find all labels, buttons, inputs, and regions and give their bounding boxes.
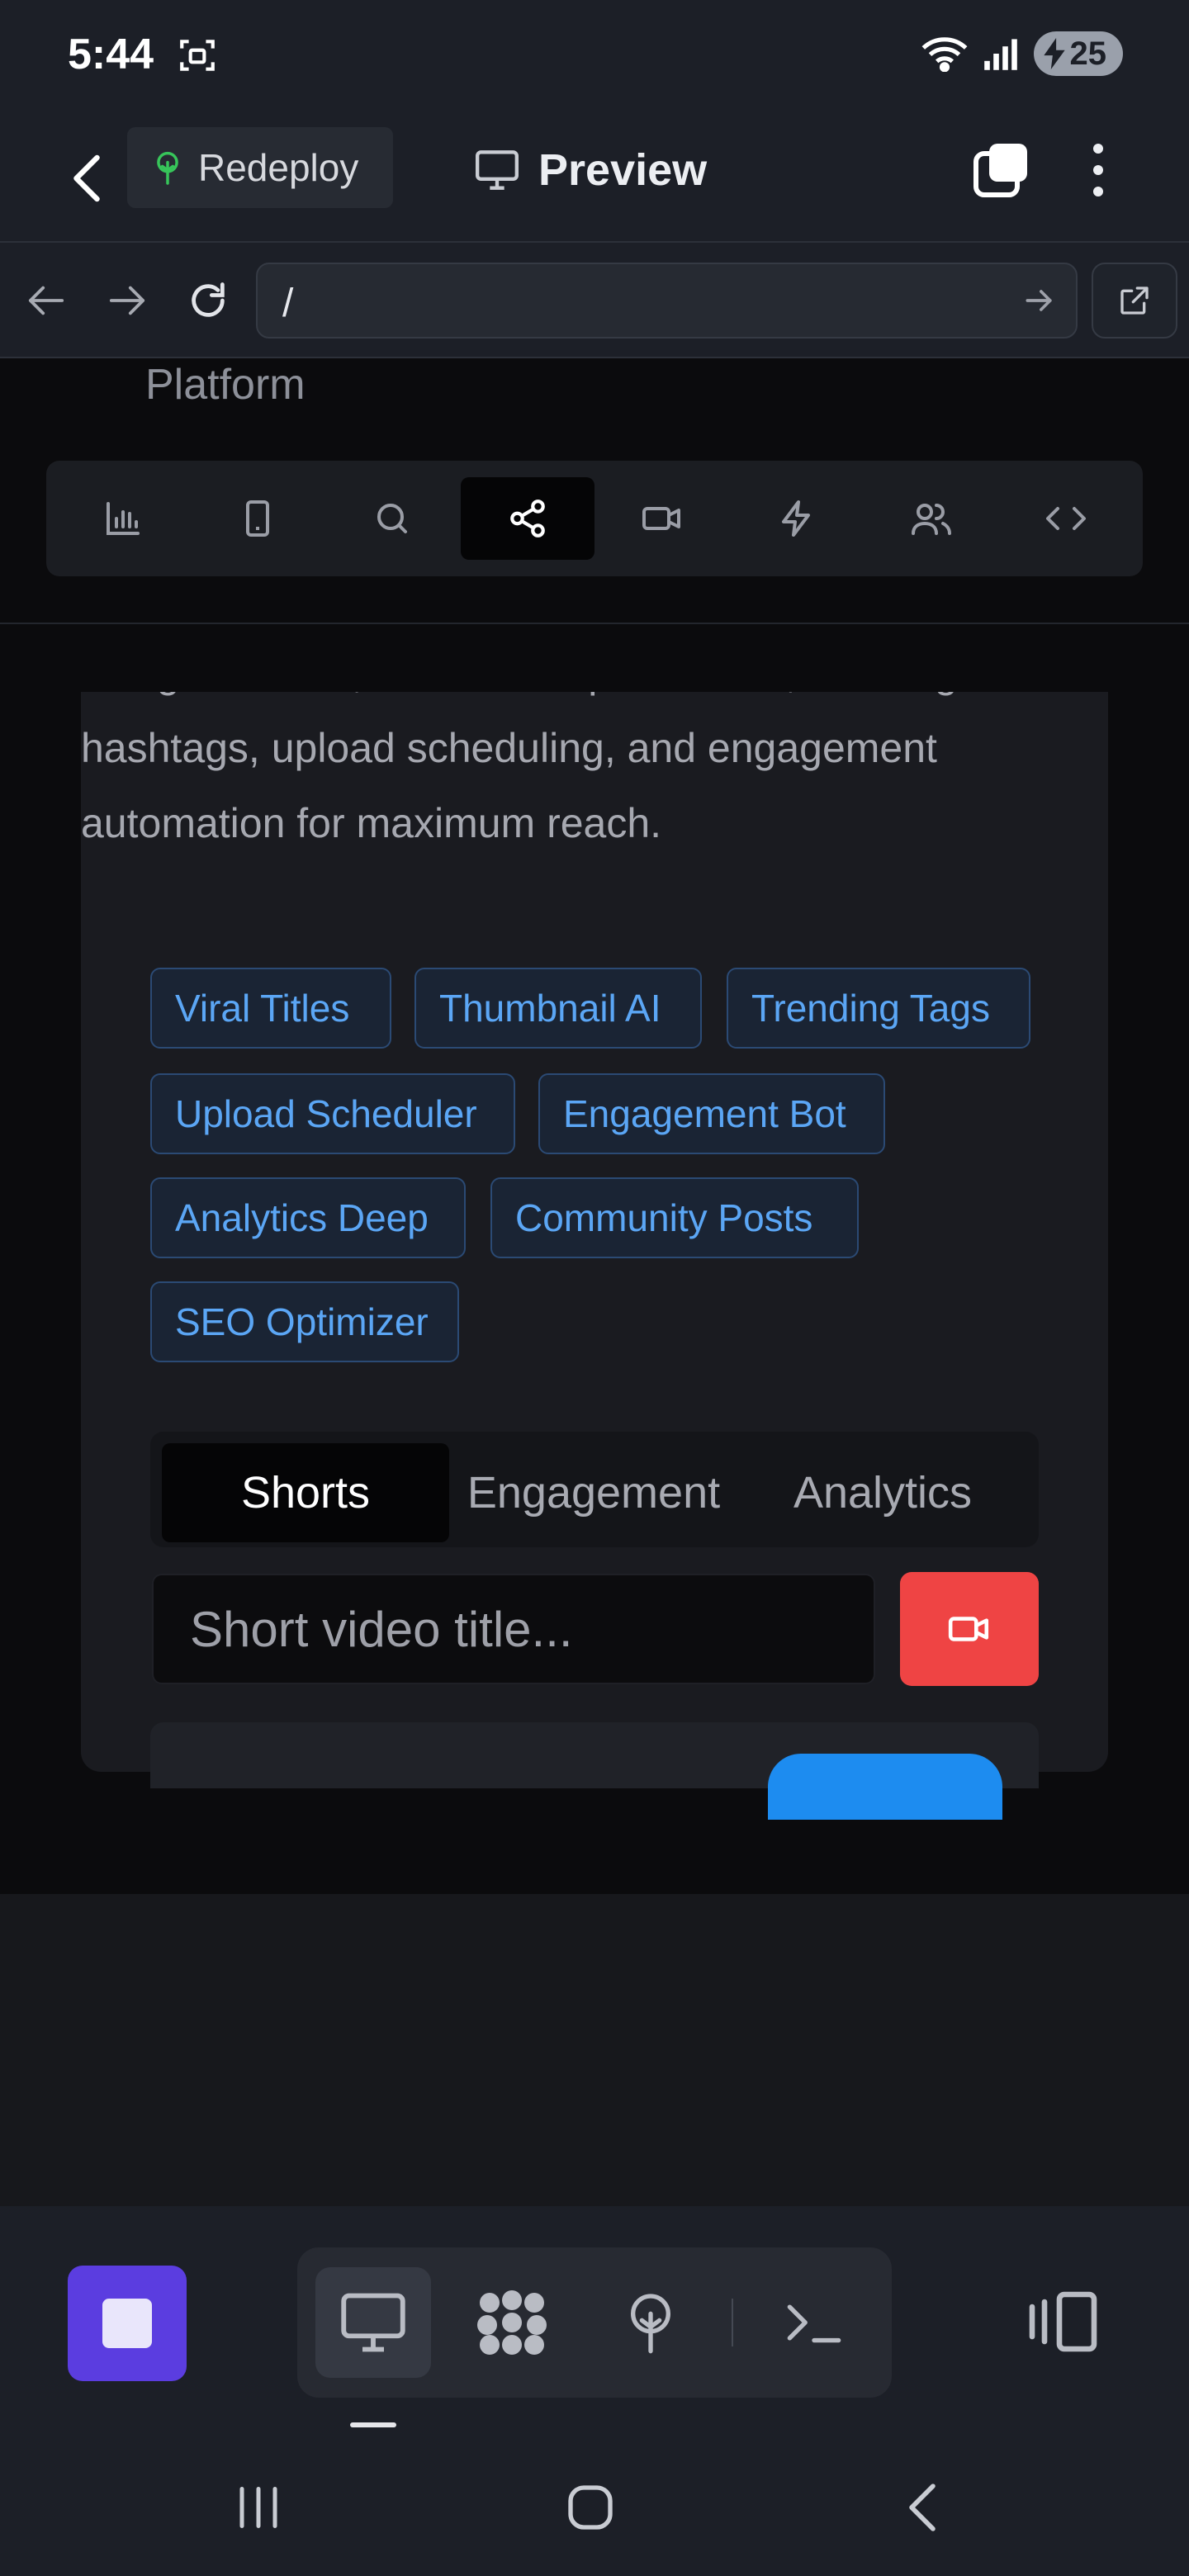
reload-icon: [192, 282, 225, 317]
feature-toolbar: [46, 461, 1143, 576]
stop-icon: [102, 2299, 152, 2348]
tool-video-button[interactable]: [595, 477, 729, 560]
stop-button[interactable]: [68, 2266, 187, 2381]
chevron-left-icon: [909, 2484, 936, 2531]
wifi-icon: [921, 37, 967, 72]
tab-engagement[interactable]: Engagement: [449, 1443, 738, 1542]
preview-title: Preview: [476, 137, 707, 203]
web-content-header: Platform: [0, 358, 1189, 624]
url-text: /: [282, 282, 294, 325]
tag-viral-titles[interactable]: Viral Titles: [150, 968, 391, 1049]
app-header: Redeploy Preview: [0, 112, 1189, 241]
browser-back-button[interactable]: [21, 276, 71, 325]
tool-users-button[interactable]: [865, 477, 998, 560]
deploy-tree-icon: [157, 151, 178, 185]
next-section-button[interactable]: [768, 1754, 1002, 1820]
tag-thumbnail-ai[interactable]: Thumbnail AI: [414, 968, 702, 1049]
browser-forward-button[interactable]: [102, 276, 152, 325]
mode-divider: [732, 2299, 733, 2346]
system-back-button[interactable]: [885, 2470, 959, 2545]
tool-lightning-button[interactable]: [730, 477, 864, 560]
bottom-app-bar: [0, 2206, 1189, 2437]
video-icon: [948, 1617, 989, 1641]
chevron-left-icon: [73, 154, 100, 202]
browser-bar: /: [0, 241, 1189, 358]
recent-apps-icon: [239, 2487, 277, 2528]
tool-search-button[interactable]: [325, 477, 459, 560]
code-icon: [1046, 507, 1086, 530]
tool-share-button[interactable]: [461, 477, 594, 560]
record-video-button[interactable]: [900, 1572, 1039, 1686]
tag-trending-tags[interactable]: Trending Tags: [727, 968, 1030, 1049]
tab-shorts[interactable]: Shorts: [162, 1443, 449, 1542]
page-footer-area: [0, 1894, 1189, 2206]
tabs-icon[interactable]: [971, 140, 1030, 200]
monitor-icon: [341, 2293, 405, 2352]
tool-mobile-button[interactable]: [191, 477, 324, 560]
home-button[interactable]: [553, 2470, 628, 2545]
platform-text: Platform: [145, 361, 306, 409]
preview-mode-button[interactable]: [315, 2267, 431, 2378]
chart-icon: [107, 502, 140, 535]
arrow-right-icon: [109, 286, 145, 315]
agent-icon: [477, 2290, 547, 2355]
redeploy-label: Redeploy: [198, 146, 359, 189]
screenshot-icon: [180, 40, 215, 71]
tool-code-button[interactable]: [999, 477, 1133, 560]
lightning-icon: [782, 500, 810, 537]
agent-mode-button[interactable]: [454, 2267, 570, 2378]
share-icon: [510, 500, 545, 537]
video-icon: [642, 507, 680, 530]
status-icons: 25: [921, 31, 1123, 76]
url-input[interactable]: /: [256, 263, 1078, 339]
split-view-icon[interactable]: [1022, 2282, 1101, 2361]
feature-description: title generation, thumbnail optimization…: [81, 650, 958, 846]
external-link-icon: [1120, 286, 1149, 315]
redeploy-button[interactable]: Redeploy: [127, 127, 393, 208]
tab-analytics[interactable]: Analytics: [738, 1443, 1027, 1542]
charging-icon: [1043, 38, 1065, 69]
open-external-button[interactable]: [1092, 263, 1177, 339]
tag-upload-scheduler[interactable]: Upload Scheduler: [150, 1073, 515, 1154]
arrow-left-icon: [28, 286, 64, 315]
reload-button[interactable]: [183, 276, 233, 325]
deploy-mode-button[interactable]: [593, 2267, 708, 2378]
tag-community-posts[interactable]: Community Posts: [490, 1177, 859, 1258]
battery-level: 25: [1069, 35, 1107, 72]
short-title-input[interactable]: Short video title...: [152, 1574, 875, 1684]
tag-engagement-bot[interactable]: Engagement Bot: [538, 1073, 885, 1154]
users-icon: [912, 504, 951, 535]
battery-indicator: 25: [1033, 31, 1123, 76]
terminal-mode-button[interactable]: [756, 2267, 872, 2378]
terminal-icon: [787, 2304, 841, 2343]
back-button[interactable]: [58, 145, 116, 211]
more-options-button[interactable]: [1082, 137, 1115, 203]
recent-apps-button[interactable]: [221, 2470, 296, 2545]
search-icon: [377, 504, 407, 533]
tag-seo-optimizer[interactable]: SEO Optimizer: [150, 1281, 459, 1362]
mode-tabs: Shorts Engagement Analytics: [150, 1432, 1039, 1547]
system-navigation-bar: [0, 2437, 1189, 2576]
status-time: 5:44: [68, 31, 154, 78]
monitor-icon: [476, 150, 519, 190]
go-arrow-icon[interactable]: [1021, 282, 1058, 319]
mobile-icon: [246, 500, 269, 537]
active-mode-indicator: [350, 2422, 396, 2427]
signal-icon: [983, 39, 1017, 70]
tool-chart-button[interactable]: [56, 477, 190, 560]
view-mode-group: [297, 2247, 892, 2398]
deploy-tree-icon: [631, 2294, 670, 2354]
tag-analytics-deep[interactable]: Analytics Deep: [150, 1177, 466, 1258]
page-title: Preview: [538, 145, 708, 195]
home-icon: [568, 2485, 613, 2530]
status-bar: 5:44 25: [0, 0, 1189, 112]
